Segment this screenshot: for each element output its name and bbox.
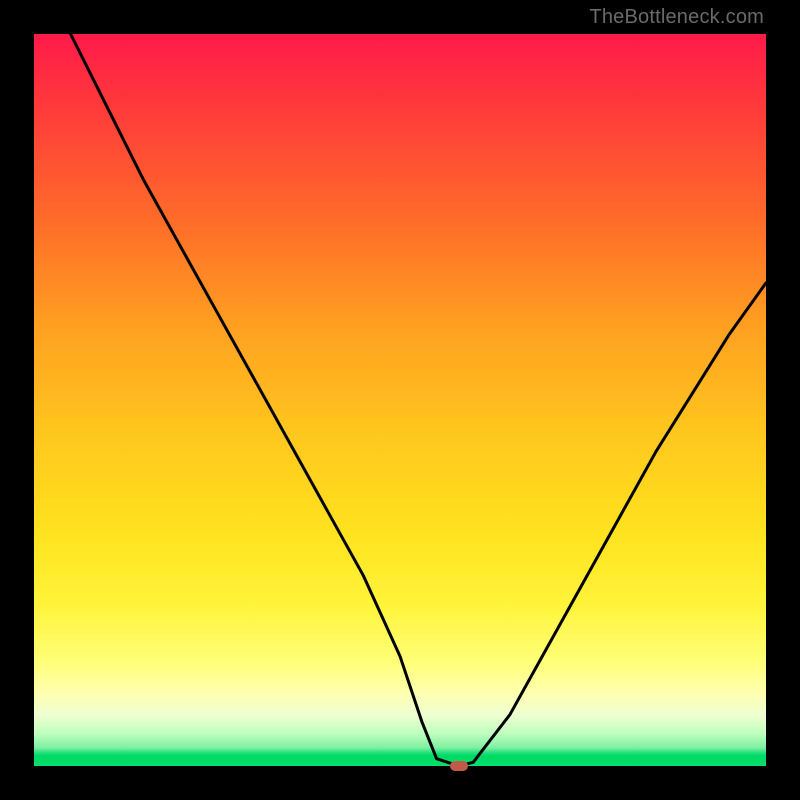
plot-area [34, 34, 766, 766]
attribution-text: TheBottleneck.com [589, 6, 764, 29]
chart-frame: TheBottleneck.com [0, 0, 800, 800]
bottleneck-curve [34, 34, 766, 766]
optimal-marker [450, 761, 468, 771]
